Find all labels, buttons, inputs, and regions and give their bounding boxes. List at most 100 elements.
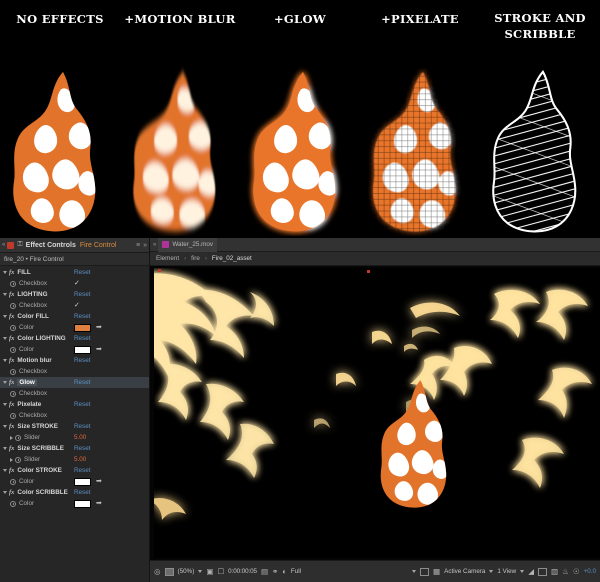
stopwatch-icon[interactable] [10,390,16,397]
disclosure-triangle-icon[interactable] [3,271,7,274]
disclosure-triangle-icon[interactable] [3,315,7,318]
param-disclosure-triangle-icon[interactable] [10,435,13,440]
zoom-level-value[interactable]: (50%) [178,568,195,575]
take-snapshot-icon[interactable]: ▤ [261,568,268,576]
stopwatch-icon[interactable] [10,324,16,331]
panel-overflow-icon[interactable]: » [143,242,147,249]
eyedropper-icon[interactable]: ➡ [96,346,102,353]
param-disclosure-triangle-icon[interactable] [10,457,13,462]
disclosure-triangle-icon[interactable] [3,359,7,362]
grid-guides-icon[interactable]: ☐ [217,568,224,576]
color-swatch[interactable] [74,323,91,332]
effect-row-pixelate[interactable]: fx Pixelate Reset [0,399,149,410]
param-row-checkbox[interactable]: Checkbox ✓ [0,278,149,289]
reset-link[interactable]: Reset [74,357,90,364]
color-swatch[interactable] [74,345,91,354]
disclosure-triangle-icon[interactable] [3,491,7,494]
disclosure-triangle-icon[interactable] [3,381,7,384]
composition-stage[interactable] [154,268,600,558]
param-row-color[interactable]: Color ➡ [0,476,149,487]
effect-row-color-lighting[interactable]: fx Color LIGHTING Reset [0,333,149,344]
reset-link[interactable]: Reset [74,401,90,408]
toggle-transparency-grid-icon[interactable] [164,567,174,576]
resolution-dropdown-caret-icon[interactable] [412,570,417,573]
views-dropdown-caret-icon[interactable] [520,570,525,573]
stopwatch-icon[interactable] [10,478,16,485]
param-row-checkbox[interactable]: Checkbox ✓ [0,410,149,421]
resolution-value[interactable]: Full [291,568,301,575]
disclosure-triangle-icon[interactable] [3,403,7,406]
effect-row-size-scribble[interactable]: fx Size SCRIBBLE Reset [0,443,149,454]
views-value[interactable]: 1 View [497,568,516,575]
timeline-icon[interactable]: ▧ [551,568,558,576]
effect-row-size-stroke[interactable]: fx Size STROKE Reset [0,421,149,432]
show-snapshot-icon[interactable]: ⚭ [272,568,278,576]
fast-previews-icon[interactable] [538,567,547,576]
disclosure-triangle-icon[interactable] [3,293,7,296]
effect-controls-tab-comp[interactable]: Fire Control [80,242,117,249]
region-of-interest-box-icon[interactable] [420,567,430,576]
effect-row-glow[interactable]: fx Glow Reset [0,377,149,388]
stopwatch-icon[interactable] [15,434,21,441]
reset-link[interactable]: Reset [74,423,90,430]
viewer-collapse-arrow-icon[interactable]: « [153,242,156,248]
effect-row-motion-blur[interactable]: fx Motion blur Reset [0,355,149,366]
eyedropper-icon[interactable]: ➡ [96,500,102,507]
disclosure-triangle-icon[interactable] [3,337,7,340]
checkbox-checked-icon[interactable]: ✓ [74,280,80,287]
stopwatch-icon[interactable] [10,346,16,353]
param-row-checkbox[interactable]: Checkbox ✓ [0,388,149,399]
lock-icon[interactable]: ⚿ [17,241,22,249]
camera-dropdown-caret-icon[interactable] [489,570,494,573]
panel-collapse-arrow-icon[interactable]: « [2,242,5,248]
zoom-dropdown-caret-icon[interactable] [198,570,203,573]
breadcrumb-mid[interactable]: fire [191,255,200,262]
comp-flowchart-icon[interactable]: ♨ [562,568,569,576]
pixel-aspect-correction-icon[interactable]: ◢ [528,568,534,576]
effect-controls-tab-title[interactable]: Effect Controls [26,242,76,249]
reset-link[interactable]: Reset [74,445,90,452]
stopwatch-icon[interactable] [15,456,21,463]
reset-link[interactable]: Reset [74,291,90,298]
effect-row-fill[interactable]: fx FILL Reset [0,267,149,278]
selection-handle-left[interactable] [158,269,161,272]
eyedropper-icon[interactable]: ➡ [96,478,102,485]
reset-link[interactable]: Reset [74,489,90,496]
slider-value[interactable]: 5.00 [74,456,86,463]
viewer-tab-water[interactable]: Water_25.mov [158,238,218,252]
current-timecode[interactable]: 0:00:00:05 [228,568,257,575]
stopwatch-icon[interactable] [10,280,16,287]
stopwatch-icon[interactable] [10,368,16,375]
reset-link[interactable]: Reset [74,467,90,474]
disclosure-triangle-icon[interactable] [3,447,7,450]
disclosure-triangle-icon[interactable] [3,469,7,472]
param-row-checkbox[interactable]: Checkbox ✓ [0,366,149,377]
channel-rgb-icon[interactable]: ◐ [282,568,287,576]
reset-link[interactable]: Reset [74,269,90,276]
breadcrumb-current[interactable]: Fire_02_asset [212,255,252,262]
effect-row-lighting[interactable]: fx LIGHTING Reset [0,289,149,300]
exposure-icon[interactable]: ☉ [573,568,580,576]
viewer-canvas[interactable] [150,266,600,560]
region-of-interest-icon[interactable]: ▣ [206,568,213,576]
disclosure-triangle-icon[interactable] [3,425,7,428]
transparency-grid-icon[interactable]: ▦ [433,568,440,576]
effect-row-color-scribble[interactable]: fx Color SCRIBBLE Reset [0,487,149,498]
param-row-color[interactable]: Color ➡ [0,498,149,509]
slider-value[interactable]: 5.00 [74,434,86,441]
param-row-slider[interactable]: Slider 5.00 [0,432,149,443]
param-row-slider[interactable]: Slider 5.00 [0,454,149,465]
exposure-value[interactable]: +0.0 [584,568,596,575]
reset-link[interactable]: Reset [74,335,90,342]
effect-row-color-fill[interactable]: fx Color FILL Reset [0,311,149,322]
param-row-checkbox[interactable]: Checkbox ✓ [0,300,149,311]
eyedropper-icon[interactable]: ➡ [96,324,102,331]
stopwatch-icon[interactable] [10,302,16,309]
reset-link[interactable]: Reset [74,313,90,320]
magnify-icon[interactable]: ◎ [154,568,161,576]
camera-value[interactable]: Active Camera [444,568,485,575]
checkbox-checked-icon[interactable]: ✓ [74,302,80,309]
param-row-color[interactable]: Color ➡ [0,322,149,333]
param-row-color[interactable]: Color ➡ [0,344,149,355]
reset-link[interactable]: Reset [74,379,90,386]
